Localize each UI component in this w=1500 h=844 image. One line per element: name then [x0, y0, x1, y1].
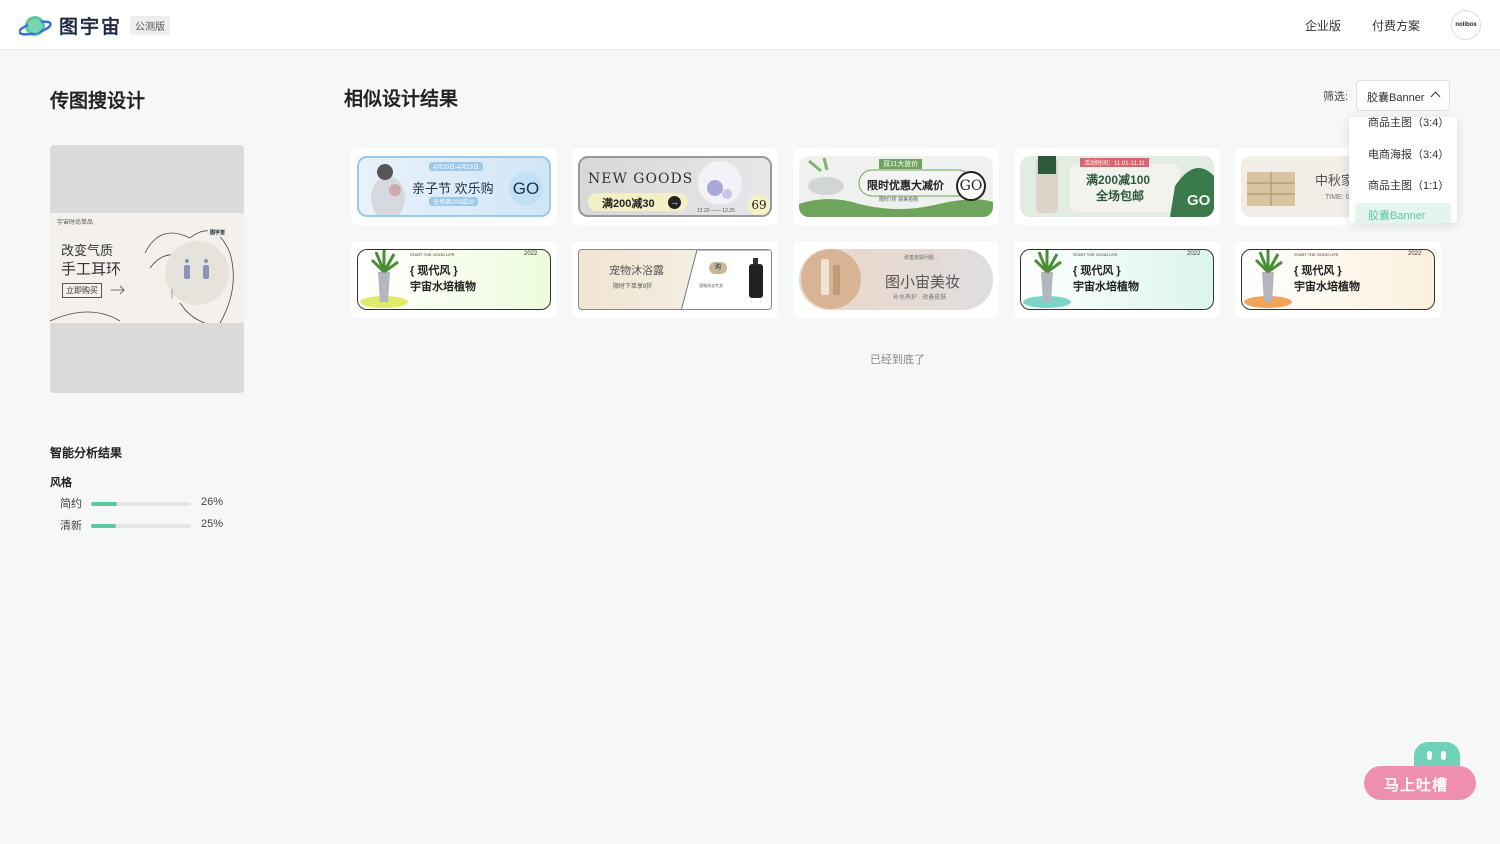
result-card[interactable]: 宠物沐浴露 限时下单享8折 购 宠物沐浴专卖 — [572, 241, 778, 318]
banner-sub: 限时下单享8折 — [613, 284, 653, 290]
preview-tag: 宇宙时尚单品 — [57, 220, 94, 226]
banner-small: START THE GOOD LIFE — [1294, 252, 1339, 257]
banner-sub: 双11大放价 — [879, 159, 923, 169]
style-bar — [91, 502, 191, 506]
banner-sub: 4月20日-4月23日 — [429, 162, 484, 171]
banner-sub: 补水养护 · 改善皮肤 — [893, 295, 947, 301]
result-card[interactable]: START THE GOOD LIFE 2022 { 现代风 } 宇宙水培植物 — [351, 241, 557, 318]
result-card[interactable]: START THE GOOD LIFE 2022 { 现代风 } 宇宙水培植物 — [1235, 241, 1441, 318]
preview-line2: 手工耳环 — [61, 260, 122, 278]
style-name: 清新 — [60, 520, 82, 532]
banner-cta: 2022 — [1187, 251, 1201, 257]
banner-small: 全场满200减20 — [429, 197, 478, 206]
dropdown-option[interactable]: 电商海报（3:4） — [1368, 146, 1449, 162]
style-row: 简约 26% — [60, 496, 223, 510]
nav-pricing[interactable]: 付费方案 — [1372, 17, 1420, 34]
logo-text: 图宇宙 — [59, 16, 123, 38]
nav-enterprise[interactable]: 企业版 — [1305, 17, 1341, 34]
end-of-results-text: 已经到底了 — [870, 354, 925, 366]
result-card[interactable]: 4月20日-4月23日 亲子节 欢乐购 全场满200减20 GO — [351, 148, 557, 225]
result-card[interactable]: 活动时间：11.01-11.11 满200减100 全场包邮 GO — [1014, 148, 1220, 225]
filter-dropdown: 商品主图（3:4） 电商海报（3:4） 商品主图（1:1） 胶囊Banner — [1349, 117, 1457, 223]
filter-value: 胶囊Banner — [1367, 92, 1425, 104]
banner-sub: TIME: 0 — [1325, 194, 1350, 201]
banner-main: 满200减100 — [1086, 173, 1151, 187]
result-banner: START THE GOOD LIFE 2022 { 现代风 } 宇宙水培植物 — [357, 249, 551, 310]
banner-cta: GO — [956, 171, 986, 201]
banner-main: NEW GOODS — [588, 171, 694, 187]
banner-main: { 现代风 } — [410, 265, 458, 277]
result-banner: · 改善皮肤问题 · 图小宙美妆 补水养护 · 改善皮肤 — [799, 249, 993, 310]
banner-small: 宠物沐浴专卖 — [699, 283, 723, 288]
banner-main: 宠物沐浴露 — [609, 265, 664, 277]
banner-sub: 全场包邮 — [1096, 189, 1145, 203]
result-banner: 宠物沐浴露 限时下单享8折 购 宠物沐浴专卖 — [578, 249, 772, 310]
style-percent: 26% — [201, 496, 224, 508]
feedback-bubble: 马上吐槽 — [1364, 766, 1476, 800]
banner-cta: 购 — [709, 262, 727, 274]
result-card[interactable]: 双11大放价 限时优惠大减价 限时7折 快来抢购 GO — [793, 148, 999, 225]
banner-main: { 现代风 } — [1073, 265, 1121, 277]
upload-search-title: 传图搜设计 — [50, 91, 146, 112]
preview-brand: 图宇宙 — [208, 228, 228, 237]
result-banner: START THE GOOD LIFE 2022 { 现代风 } 宇宙水培植物 — [1241, 249, 1435, 310]
banner-small: 活动时间：11.01-11.11 — [1080, 158, 1149, 167]
top-header: 图宇宙 公测版 企业版 付费方案 nolibox — [0, 0, 1500, 50]
result-banner: 4月20日-4月23日 亲子节 欢乐购 全场满200减20 GO — [357, 156, 551, 217]
beta-badge: 公测版 — [130, 16, 171, 35]
banner-main: { 现代风 } — [1294, 265, 1342, 277]
chevron-up-icon — [1430, 91, 1441, 102]
result-card[interactable]: NEW GOODS 满200减30 → 12.20 —— 12.25 69 — [572, 148, 778, 225]
results-title: 相似设计结果 — [344, 89, 459, 110]
uploaded-image-preview[interactable]: 宇宙时尚单品 图宇宙 改变气质 手工耳环 立即购买 — [50, 145, 244, 393]
filter-label: 筛选: — [1323, 91, 1349, 103]
arrow-right-icon: → — [668, 196, 681, 209]
result-card[interactable]: START THE GOOD LIFE 2022 { 现代风 } 宇宙水培植物 — [1014, 241, 1220, 318]
banner-main: 图小宙美妆 — [885, 273, 961, 291]
filter-select[interactable]: 胶囊Banner — [1356, 80, 1450, 111]
planet-logo-icon — [18, 13, 53, 39]
style-bar-fill — [91, 502, 117, 506]
banner-sub: 宇宙水培植物 — [1073, 281, 1139, 293]
banner-sub: 宇宙水培植物 — [1294, 281, 1360, 293]
preview-buy-button: 立即购买 — [62, 283, 102, 298]
analysis-title: 智能分析结果 — [50, 446, 123, 460]
style-row: 清新 25% — [60, 518, 223, 532]
feedback-button[interactable]: 马上吐槽 — [1364, 742, 1476, 800]
result-card[interactable]: · 改善皮肤问题 · 图小宙美妆 补水养护 · 改善皮肤 — [793, 241, 999, 318]
dropdown-option-selected[interactable]: 胶囊Banner — [1355, 203, 1451, 223]
result-banner: 双11大放价 限时优惠大减价 限时7折 快来抢购 GO — [799, 156, 993, 217]
style-bar-fill — [91, 524, 116, 528]
banner-cta: 69 — [748, 194, 770, 215]
style-name: 简约 — [60, 498, 82, 510]
banner-small: 12.20 —— 12.25 — [697, 208, 735, 214]
banner-cta: GO — [1187, 192, 1211, 209]
logo[interactable]: 图宇宙 公测版 — [18, 12, 171, 39]
banner-main: 限时优惠大减价 — [867, 179, 944, 192]
result-banner: 活动时间：11.01-11.11 满200减100 全场包邮 GO — [1020, 156, 1214, 217]
banner-cta: 2022 — [1408, 251, 1422, 257]
banner-cta: GO — [509, 172, 543, 206]
banner-small: START THE GOOD LIFE — [410, 252, 455, 257]
banner-small: START THE GOOD LIFE — [1073, 252, 1118, 257]
banner-small: · 改善皮肤问题 · — [901, 255, 938, 261]
style-label: 风格 — [50, 477, 72, 489]
result-banner: START THE GOOD LIFE 2022 { 现代风 } 宇宙水培植物 — [1020, 249, 1214, 310]
feedback-label: 马上吐槽 — [1384, 777, 1449, 794]
style-bar — [91, 524, 191, 528]
dropdown-option[interactable]: 商品主图（1:1） — [1368, 177, 1449, 193]
uploaded-banner-image: 宇宙时尚单品 图宇宙 改变气质 手工耳环 立即购买 — [50, 213, 244, 323]
dropdown-option[interactable]: 商品主图（3:4） — [1368, 117, 1449, 130]
banner-small: 限时7折 快来抢购 — [879, 197, 919, 203]
banner-sub: 宇宙水培植物 — [410, 281, 476, 293]
avatar[interactable]: nolibox — [1451, 10, 1481, 40]
banner-main: 亲子节 欢乐购 — [412, 181, 494, 196]
result-banner: NEW GOODS 满200减30 → 12.20 —— 12.25 69 — [578, 156, 772, 217]
style-percent: 25% — [201, 518, 224, 530]
preview-line1: 改变气质 — [61, 244, 114, 259]
banner-cta: 2022 — [524, 251, 538, 257]
